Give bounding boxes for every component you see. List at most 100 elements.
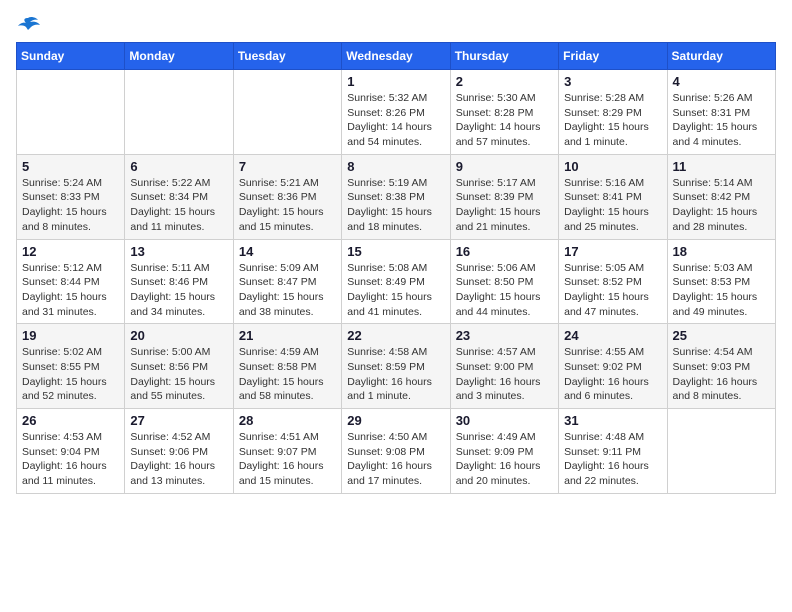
calendar-cell: 18 Sunrise: 5:03 AM Sunset: 8:53 PM Dayli… — [667, 239, 775, 324]
day-info: Sunrise: 5:21 AM Sunset: 8:36 PM Dayligh… — [239, 176, 336, 235]
calendar-cell — [125, 70, 233, 155]
calendar-cell: 6Sunrise: 5:22 AM Sunset: 8:34 PM Daylig… — [125, 154, 233, 239]
day-number: 12 — [22, 244, 119, 259]
calendar-cell: 25Sunrise: 4:54 AM Sunset: 9:03 PM Dayli… — [667, 324, 775, 409]
weekday-header-saturday: Saturday — [667, 43, 775, 70]
weekday-header-sunday: Sunday — [17, 43, 125, 70]
calendar-cell: 31 Sunrise: 4:48 AM Sunset: 9:11 PM Dayli… — [559, 409, 667, 494]
calendar-cell: 14 Sunrise: 5:09 AM Sunset: 8:47 PM Dayli… — [233, 239, 341, 324]
calendar-cell: 21 Sunrise: 4:59 AM Sunset: 8:58 PM Dayli… — [233, 324, 341, 409]
day-number: 30 — [456, 413, 553, 428]
calendar-week-row: 19 Sunrise: 5:02 AM Sunset: 8:55 PM Dayli… — [17, 324, 776, 409]
day-info: Sunrise: 4:51 AM Sunset: 9:07 PM Dayligh… — [239, 430, 336, 489]
day-number: 25 — [673, 328, 770, 343]
calendar-cell: 7 Sunrise: 5:21 AM Sunset: 8:36 PM Daylig… — [233, 154, 341, 239]
day-info: Sunrise: 5:17 AM Sunset: 8:39 PM Dayligh… — [456, 176, 553, 235]
calendar-cell: 8 Sunrise: 5:19 AM Sunset: 8:38 PM Daylig… — [342, 154, 450, 239]
day-info: Sunrise: 4:59 AM Sunset: 8:58 PM Dayligh… — [239, 345, 336, 404]
weekday-header-monday: Monday — [125, 43, 233, 70]
calendar-cell: 9 Sunrise: 5:17 AM Sunset: 8:39 PM Daylig… — [450, 154, 558, 239]
day-info: Sunrise: 5:03 AM Sunset: 8:53 PM Dayligh… — [673, 261, 770, 320]
day-info: Sunrise: 5:16 AM Sunset: 8:41 PM Dayligh… — [564, 176, 661, 235]
calendar-cell: 24 Sunrise: 4:55 AM Sunset: 9:02 PM Dayli… — [559, 324, 667, 409]
day-info: Sunrise: 4:57 AM Sunset: 9:00 PM Dayligh… — [456, 345, 553, 404]
day-number: 7 — [239, 159, 336, 174]
page-header — [16, 16, 776, 34]
weekday-header-thursday: Thursday — [450, 43, 558, 70]
day-info: Sunrise: 5:02 AM Sunset: 8:55 PM Dayligh… — [22, 345, 119, 404]
day-number: 14 — [239, 244, 336, 259]
day-info: Sunrise: 4:48 AM Sunset: 9:11 PM Dayligh… — [564, 430, 661, 489]
day-info: Sunrise: 5:11 AM Sunset: 8:46 PM Dayligh… — [130, 261, 227, 320]
day-info: Sunrise: 4:49 AM Sunset: 9:09 PM Dayligh… — [456, 430, 553, 489]
day-number: 22 — [347, 328, 444, 343]
day-info: Sunrise: 5:26 AM Sunset: 8:31 PM Dayligh… — [673, 91, 770, 150]
day-number: 4 — [673, 74, 770, 89]
day-info: Sunrise: 5:00 AM Sunset: 8:56 PM Dayligh… — [130, 345, 227, 404]
day-number: 1 — [347, 74, 444, 89]
day-info: Sunrise: 5:19 AM Sunset: 8:38 PM Dayligh… — [347, 176, 444, 235]
calendar-cell: 2Sunrise: 5:30 AM Sunset: 8:28 PM Daylig… — [450, 70, 558, 155]
calendar-cell: 17Sunrise: 5:05 AM Sunset: 8:52 PM Dayli… — [559, 239, 667, 324]
weekday-header-friday: Friday — [559, 43, 667, 70]
calendar-cell: 23 Sunrise: 4:57 AM Sunset: 9:00 PM Dayli… — [450, 324, 558, 409]
calendar-cell: 20Sunrise: 5:00 AM Sunset: 8:56 PM Dayli… — [125, 324, 233, 409]
day-number: 16 — [456, 244, 553, 259]
day-info: Sunrise: 5:24 AM Sunset: 8:33 PM Dayligh… — [22, 176, 119, 235]
calendar-cell: 26Sunrise: 4:53 AM Sunset: 9:04 PM Dayli… — [17, 409, 125, 494]
day-number: 9 — [456, 159, 553, 174]
day-info: Sunrise: 5:08 AM Sunset: 8:49 PM Dayligh… — [347, 261, 444, 320]
day-number: 13 — [130, 244, 227, 259]
day-number: 5 — [22, 159, 119, 174]
calendar-week-row: 12 Sunrise: 5:12 AM Sunset: 8:44 PM Dayli… — [17, 239, 776, 324]
day-info: Sunrise: 5:28 AM Sunset: 8:29 PM Dayligh… — [564, 91, 661, 150]
calendar-cell: 22 Sunrise: 4:58 AM Sunset: 8:59 PM Dayli… — [342, 324, 450, 409]
day-number: 23 — [456, 328, 553, 343]
calendar-cell: 1 Sunrise: 5:32 AM Sunset: 8:26 PM Daylig… — [342, 70, 450, 155]
day-info: Sunrise: 5:09 AM Sunset: 8:47 PM Dayligh… — [239, 261, 336, 320]
calendar-week-row: 5 Sunrise: 5:24 AM Sunset: 8:33 PM Daylig… — [17, 154, 776, 239]
day-number: 28 — [239, 413, 336, 428]
day-number: 2 — [456, 74, 553, 89]
day-number: 3 — [564, 74, 661, 89]
day-number: 10 — [564, 159, 661, 174]
day-info: Sunrise: 4:58 AM Sunset: 8:59 PM Dayligh… — [347, 345, 444, 404]
day-info: Sunrise: 4:55 AM Sunset: 9:02 PM Dayligh… — [564, 345, 661, 404]
calendar-cell: 15 Sunrise: 5:08 AM Sunset: 8:49 PM Dayli… — [342, 239, 450, 324]
calendar-cell: 13 Sunrise: 5:11 AM Sunset: 8:46 PM Dayli… — [125, 239, 233, 324]
day-number: 21 — [239, 328, 336, 343]
calendar-cell — [233, 70, 341, 155]
day-info: Sunrise: 5:32 AM Sunset: 8:26 PM Dayligh… — [347, 91, 444, 150]
day-info: Sunrise: 5:22 AM Sunset: 8:34 PM Dayligh… — [130, 176, 227, 235]
calendar-week-row: 1 Sunrise: 5:32 AM Sunset: 8:26 PM Daylig… — [17, 70, 776, 155]
day-number: 8 — [347, 159, 444, 174]
logo-bird-icon — [18, 16, 40, 34]
day-info: Sunrise: 4:53 AM Sunset: 9:04 PM Dayligh… — [22, 430, 119, 489]
calendar-cell — [17, 70, 125, 155]
day-info: Sunrise: 5:12 AM Sunset: 8:44 PM Dayligh… — [22, 261, 119, 320]
day-number: 15 — [347, 244, 444, 259]
day-info: Sunrise: 5:06 AM Sunset: 8:50 PM Dayligh… — [456, 261, 553, 320]
calendar-cell: 12 Sunrise: 5:12 AM Sunset: 8:44 PM Dayli… — [17, 239, 125, 324]
calendar-cell — [667, 409, 775, 494]
day-number: 24 — [564, 328, 661, 343]
day-number: 19 — [22, 328, 119, 343]
calendar-cell: 3 Sunrise: 5:28 AM Sunset: 8:29 PM Daylig… — [559, 70, 667, 155]
calendar-header-row: SundayMondayTuesdayWednesdayThursdayFrid… — [17, 43, 776, 70]
calendar-week-row: 26Sunrise: 4:53 AM Sunset: 9:04 PM Dayli… — [17, 409, 776, 494]
day-info: Sunrise: 4:50 AM Sunset: 9:08 PM Dayligh… — [347, 430, 444, 489]
weekday-header-wednesday: Wednesday — [342, 43, 450, 70]
calendar-table: SundayMondayTuesdayWednesdayThursdayFrid… — [16, 42, 776, 494]
day-number: 18 — [673, 244, 770, 259]
calendar-cell: 30 Sunrise: 4:49 AM Sunset: 9:09 PM Dayli… — [450, 409, 558, 494]
calendar-cell: 10 Sunrise: 5:16 AM Sunset: 8:41 PM Dayli… — [559, 154, 667, 239]
day-number: 27 — [130, 413, 227, 428]
calendar-cell: 27 Sunrise: 4:52 AM Sunset: 9:06 PM Dayli… — [125, 409, 233, 494]
day-number: 31 — [564, 413, 661, 428]
weekday-header-tuesday: Tuesday — [233, 43, 341, 70]
day-number: 17 — [564, 244, 661, 259]
logo — [16, 16, 40, 34]
calendar-cell: 5 Sunrise: 5:24 AM Sunset: 8:33 PM Daylig… — [17, 154, 125, 239]
calendar-cell: 28 Sunrise: 4:51 AM Sunset: 9:07 PM Dayli… — [233, 409, 341, 494]
day-info: Sunrise: 4:52 AM Sunset: 9:06 PM Dayligh… — [130, 430, 227, 489]
